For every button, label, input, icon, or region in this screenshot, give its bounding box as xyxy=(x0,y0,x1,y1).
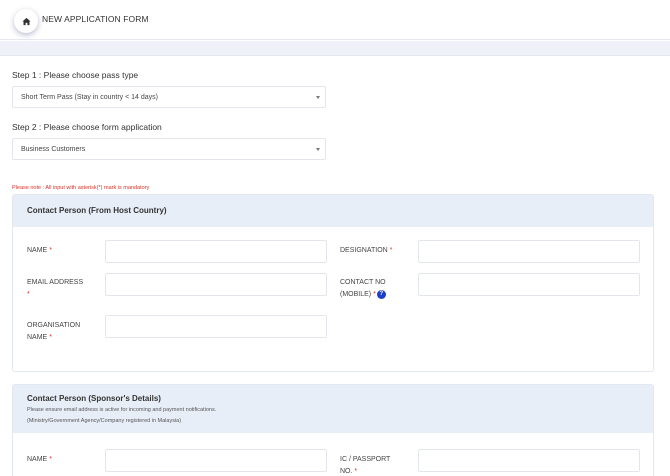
sponsor-name-input[interactable] xyxy=(105,449,327,472)
email-label: EMAIL ADDRESS * xyxy=(27,279,84,298)
form-application-value: Business Customers xyxy=(21,145,86,153)
host-name-input[interactable] xyxy=(105,240,327,263)
form-application-select[interactable]: Business Customers xyxy=(12,138,326,160)
mandatory-note: Please note : All input with asterisk(*)… xyxy=(12,185,150,191)
contact-no-input[interactable] xyxy=(418,273,640,296)
email-input[interactable] xyxy=(105,273,327,296)
designation-input[interactable] xyxy=(418,240,640,263)
organisation-name-label: ORGANISATION NAME * xyxy=(27,322,81,341)
name-label: NAME * xyxy=(27,247,52,254)
ic-passport-input[interactable] xyxy=(418,449,640,472)
sponsor-card-title: Contact Person (Sponsor's Details) xyxy=(27,394,161,403)
sponsor-card-subtitle: Please ensure email address is active fo… xyxy=(27,407,217,413)
host-card-title: Contact Person (From Host Country) xyxy=(27,206,167,215)
step1-label: Step 1 : Please choose pass type xyxy=(12,70,139,80)
caret-down-icon xyxy=(316,96,320,99)
pass-type-select[interactable]: Short Term Pass (Stay in country < 14 da… xyxy=(12,86,326,108)
home-button[interactable] xyxy=(14,9,38,33)
home-icon xyxy=(21,17,31,25)
sponsor-card-subtitle-2: (Ministry/Government Agency/Company regi… xyxy=(27,418,182,424)
top-bar: NEW APPLICATION FORM xyxy=(0,0,670,40)
host-card-header: Contact Person (From Host Country) xyxy=(13,195,653,227)
host-contact-card: Contact Person (From Host Country) NAME … xyxy=(12,194,654,372)
caret-down-icon xyxy=(316,148,320,151)
pass-type-value: Short Term Pass (Stay in country < 14 da… xyxy=(21,93,159,101)
header-band xyxy=(0,41,670,56)
step2-label: Step 2 : Please choose form application xyxy=(12,122,162,132)
sponsor-card-header: Contact Person (Sponsor's Details) Pleas… xyxy=(13,385,653,433)
contact-no-label: CONTACT NO (MOBILE) *? xyxy=(340,279,386,299)
organisation-name-input[interactable] xyxy=(105,315,327,338)
sponsor-contact-card: Contact Person (Sponsor's Details) Pleas… xyxy=(12,384,654,476)
help-icon[interactable]: ? xyxy=(376,289,386,299)
sponsor-name-label: NAME * xyxy=(27,456,52,463)
designation-label: DESIGNATION * xyxy=(340,247,393,254)
ic-passport-label: IC / PASSPORT NO. * xyxy=(340,456,391,475)
page-title: NEW APPLICATION FORM xyxy=(42,14,149,24)
